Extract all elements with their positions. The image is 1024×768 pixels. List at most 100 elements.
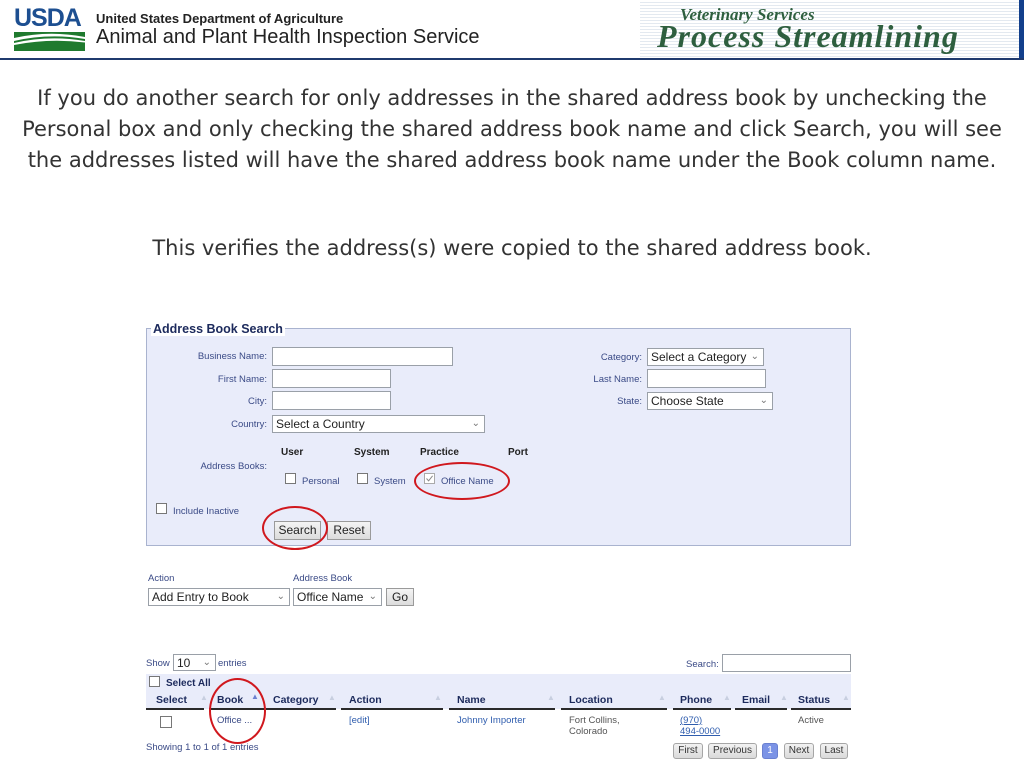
column-header-status[interactable]: Status xyxy=(798,694,830,706)
sort-icon: ▲ xyxy=(328,693,336,702)
header-underline xyxy=(735,708,787,710)
include-inactive-label: Include Inactive xyxy=(173,506,240,517)
address-book-select-value: Office Name xyxy=(297,590,364,604)
address-book-label: Address Book xyxy=(293,573,353,584)
chevron-down-icon: ⌄ xyxy=(471,418,480,429)
category-select[interactable]: Select a Category ⌄ xyxy=(647,348,764,366)
header-underline xyxy=(449,708,555,710)
state-label: State: xyxy=(617,396,642,407)
pagination-next[interactable]: Next xyxy=(784,743,814,759)
header-underline xyxy=(146,708,204,710)
include-inactive-checkbox[interactable] xyxy=(156,503,167,514)
personal-checkbox[interactable] xyxy=(285,473,296,484)
last-name-label: Last Name: xyxy=(593,374,642,385)
chevron-down-icon: ⌄ xyxy=(368,591,377,602)
column-header-select[interactable]: Select xyxy=(156,694,187,706)
chevron-down-icon: ⌄ xyxy=(276,591,285,602)
header-underline xyxy=(341,708,443,710)
book-column-port: Port xyxy=(508,447,528,458)
action-select[interactable]: Add Entry to Book ⌄ xyxy=(148,588,290,606)
sort-icon: ▲ xyxy=(780,693,788,702)
annotation-circle-book-column xyxy=(209,678,266,744)
banner-title: Process Streamlining xyxy=(657,18,959,54)
sort-icon: ▲ xyxy=(658,693,666,702)
agency-name: Animal and Plant Health Inspection Servi… xyxy=(96,26,480,48)
select-all-label: Select All xyxy=(166,678,211,689)
pagination-page-1[interactable]: 1 xyxy=(762,743,778,759)
header-underline xyxy=(266,708,336,710)
header-divider xyxy=(0,58,1024,60)
column-header-action[interactable]: Action xyxy=(349,694,382,706)
chevron-down-icon: ⌄ xyxy=(750,351,759,362)
business-name-input[interactable] xyxy=(272,347,453,366)
category-label: Category: xyxy=(600,352,642,363)
row-phone-line2[interactable]: 494-0000 xyxy=(680,726,720,737)
action-select-value: Add Entry to Book xyxy=(152,590,249,604)
row-status: Active xyxy=(798,715,824,726)
country-select-value: Select a Country xyxy=(276,417,365,431)
chevron-down-icon: ⌄ xyxy=(759,395,768,406)
country-select[interactable]: Select a Country ⌄ xyxy=(272,415,485,433)
row-phone-line1[interactable]: (970) xyxy=(680,715,702,726)
city-input[interactable] xyxy=(272,391,391,410)
reset-button[interactable]: Reset xyxy=(327,521,371,540)
book-column-system: System xyxy=(354,447,390,458)
header-underline xyxy=(673,708,731,710)
sort-icon: ▲ xyxy=(842,693,850,702)
pagination-last[interactable]: Last xyxy=(820,743,848,759)
system-checkbox[interactable] xyxy=(357,473,368,484)
state-select[interactable]: Choose State ⌄ xyxy=(647,392,773,410)
business-name-label: Business Name: xyxy=(197,351,267,362)
column-header-location[interactable]: Location xyxy=(569,694,613,706)
column-header-email[interactable]: Email xyxy=(742,694,770,706)
action-label: Action xyxy=(148,573,175,584)
table-search-label: Search: xyxy=(686,659,719,670)
state-select-value: Choose State xyxy=(651,394,724,408)
row-location-line1: Fort Collins, xyxy=(569,715,620,726)
usda-logo-field-icon xyxy=(14,32,85,51)
sort-icon: ▲ xyxy=(434,693,442,702)
address-book-select[interactable]: Office Name ⌄ xyxy=(293,588,382,606)
last-name-input[interactable] xyxy=(647,369,766,388)
book-column-user: User xyxy=(281,447,304,458)
select-all-checkbox[interactable] xyxy=(149,676,160,687)
column-header-name[interactable]: Name xyxy=(457,694,486,706)
header-underline xyxy=(561,708,667,710)
city-label: City: xyxy=(248,396,267,407)
book-column-practice: Practice xyxy=(420,447,459,458)
column-header-category[interactable]: Category xyxy=(273,694,319,706)
banner-edge xyxy=(1019,0,1024,58)
country-label: Country: xyxy=(231,419,267,430)
sort-icon: ▲ xyxy=(200,693,208,702)
chevron-down-icon: ⌄ xyxy=(202,657,211,668)
row-name-link[interactable]: Johnny Importer xyxy=(457,715,526,726)
annotation-circle-office-name xyxy=(414,462,510,500)
entries-summary: Showing 1 to 1 of 1 entries xyxy=(146,742,259,753)
verify-note: This verifies the address(s) were copied… xyxy=(152,236,872,260)
entries-label: entries xyxy=(218,658,247,669)
page-size-select[interactable]: 10 ⌄ xyxy=(173,654,216,671)
address-books-label: Address Books: xyxy=(200,461,267,472)
table-search-input[interactable] xyxy=(722,654,851,672)
category-select-value: Select a Category xyxy=(651,350,747,364)
pagination-previous[interactable]: Previous xyxy=(708,743,757,759)
pagination-first[interactable]: First xyxy=(673,743,703,759)
first-name-label: First Name: xyxy=(217,374,267,385)
annotation-circle-search xyxy=(262,506,328,550)
header-underline xyxy=(791,708,851,710)
sort-icon: ▲ xyxy=(723,693,731,702)
usda-logo: USDA xyxy=(14,4,82,32)
panel-title: Address Book Search xyxy=(151,322,285,336)
instruction-paragraph: If you do another search for only addres… xyxy=(22,86,1002,172)
page-size-value: 10 xyxy=(177,656,191,670)
department-name: United States Department of Agriculture xyxy=(96,11,344,26)
first-name-input[interactable] xyxy=(272,369,391,388)
column-header-phone[interactable]: Phone xyxy=(680,694,712,706)
go-button[interactable]: Go xyxy=(386,588,414,606)
sort-icon: ▲ xyxy=(547,693,555,702)
personal-checkbox-label: Personal xyxy=(302,476,340,487)
show-label: Show xyxy=(146,658,170,669)
row-edit-link[interactable]: [edit] xyxy=(349,715,370,726)
row-location-line2: Colorado xyxy=(569,726,608,737)
row-select-checkbox[interactable] xyxy=(160,716,172,728)
